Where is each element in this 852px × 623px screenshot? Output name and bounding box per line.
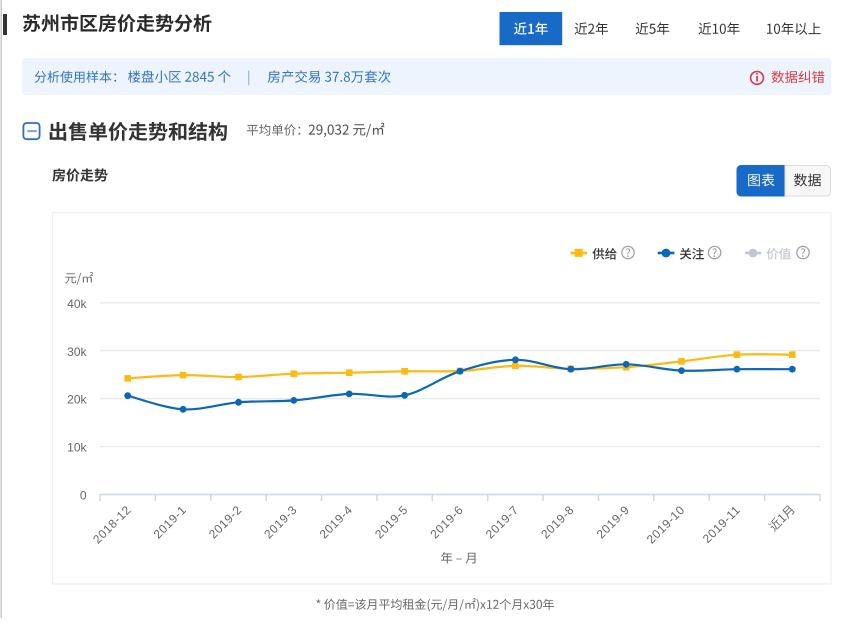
svg-text:40k: 40k: [67, 297, 87, 311]
svg-text:20k: 20k: [67, 393, 87, 407]
svg-text:2019-7: 2019-7: [483, 503, 522, 542]
svg-text:2019-5: 2019-5: [372, 503, 411, 542]
svg-text:2019-3: 2019-3: [261, 503, 300, 542]
svg-text:2018-12: 2018-12: [90, 503, 134, 547]
svg-text:10k: 10k: [67, 441, 87, 455]
svg-text:0: 0: [80, 489, 87, 503]
svg-text:2019-8: 2019-8: [538, 503, 577, 542]
svg-text:2019-11: 2019-11: [700, 503, 743, 546]
svg-text:2019-9: 2019-9: [594, 503, 633, 542]
svg-text:2019-2: 2019-2: [206, 503, 245, 542]
svg-text:2019-6: 2019-6: [427, 503, 466, 542]
svg-text:30k: 30k: [67, 345, 87, 359]
svg-text:2019-10: 2019-10: [644, 503, 688, 547]
svg-text:2019-4: 2019-4: [317, 503, 356, 542]
svg-text:2019-1: 2019-1: [151, 503, 190, 542]
